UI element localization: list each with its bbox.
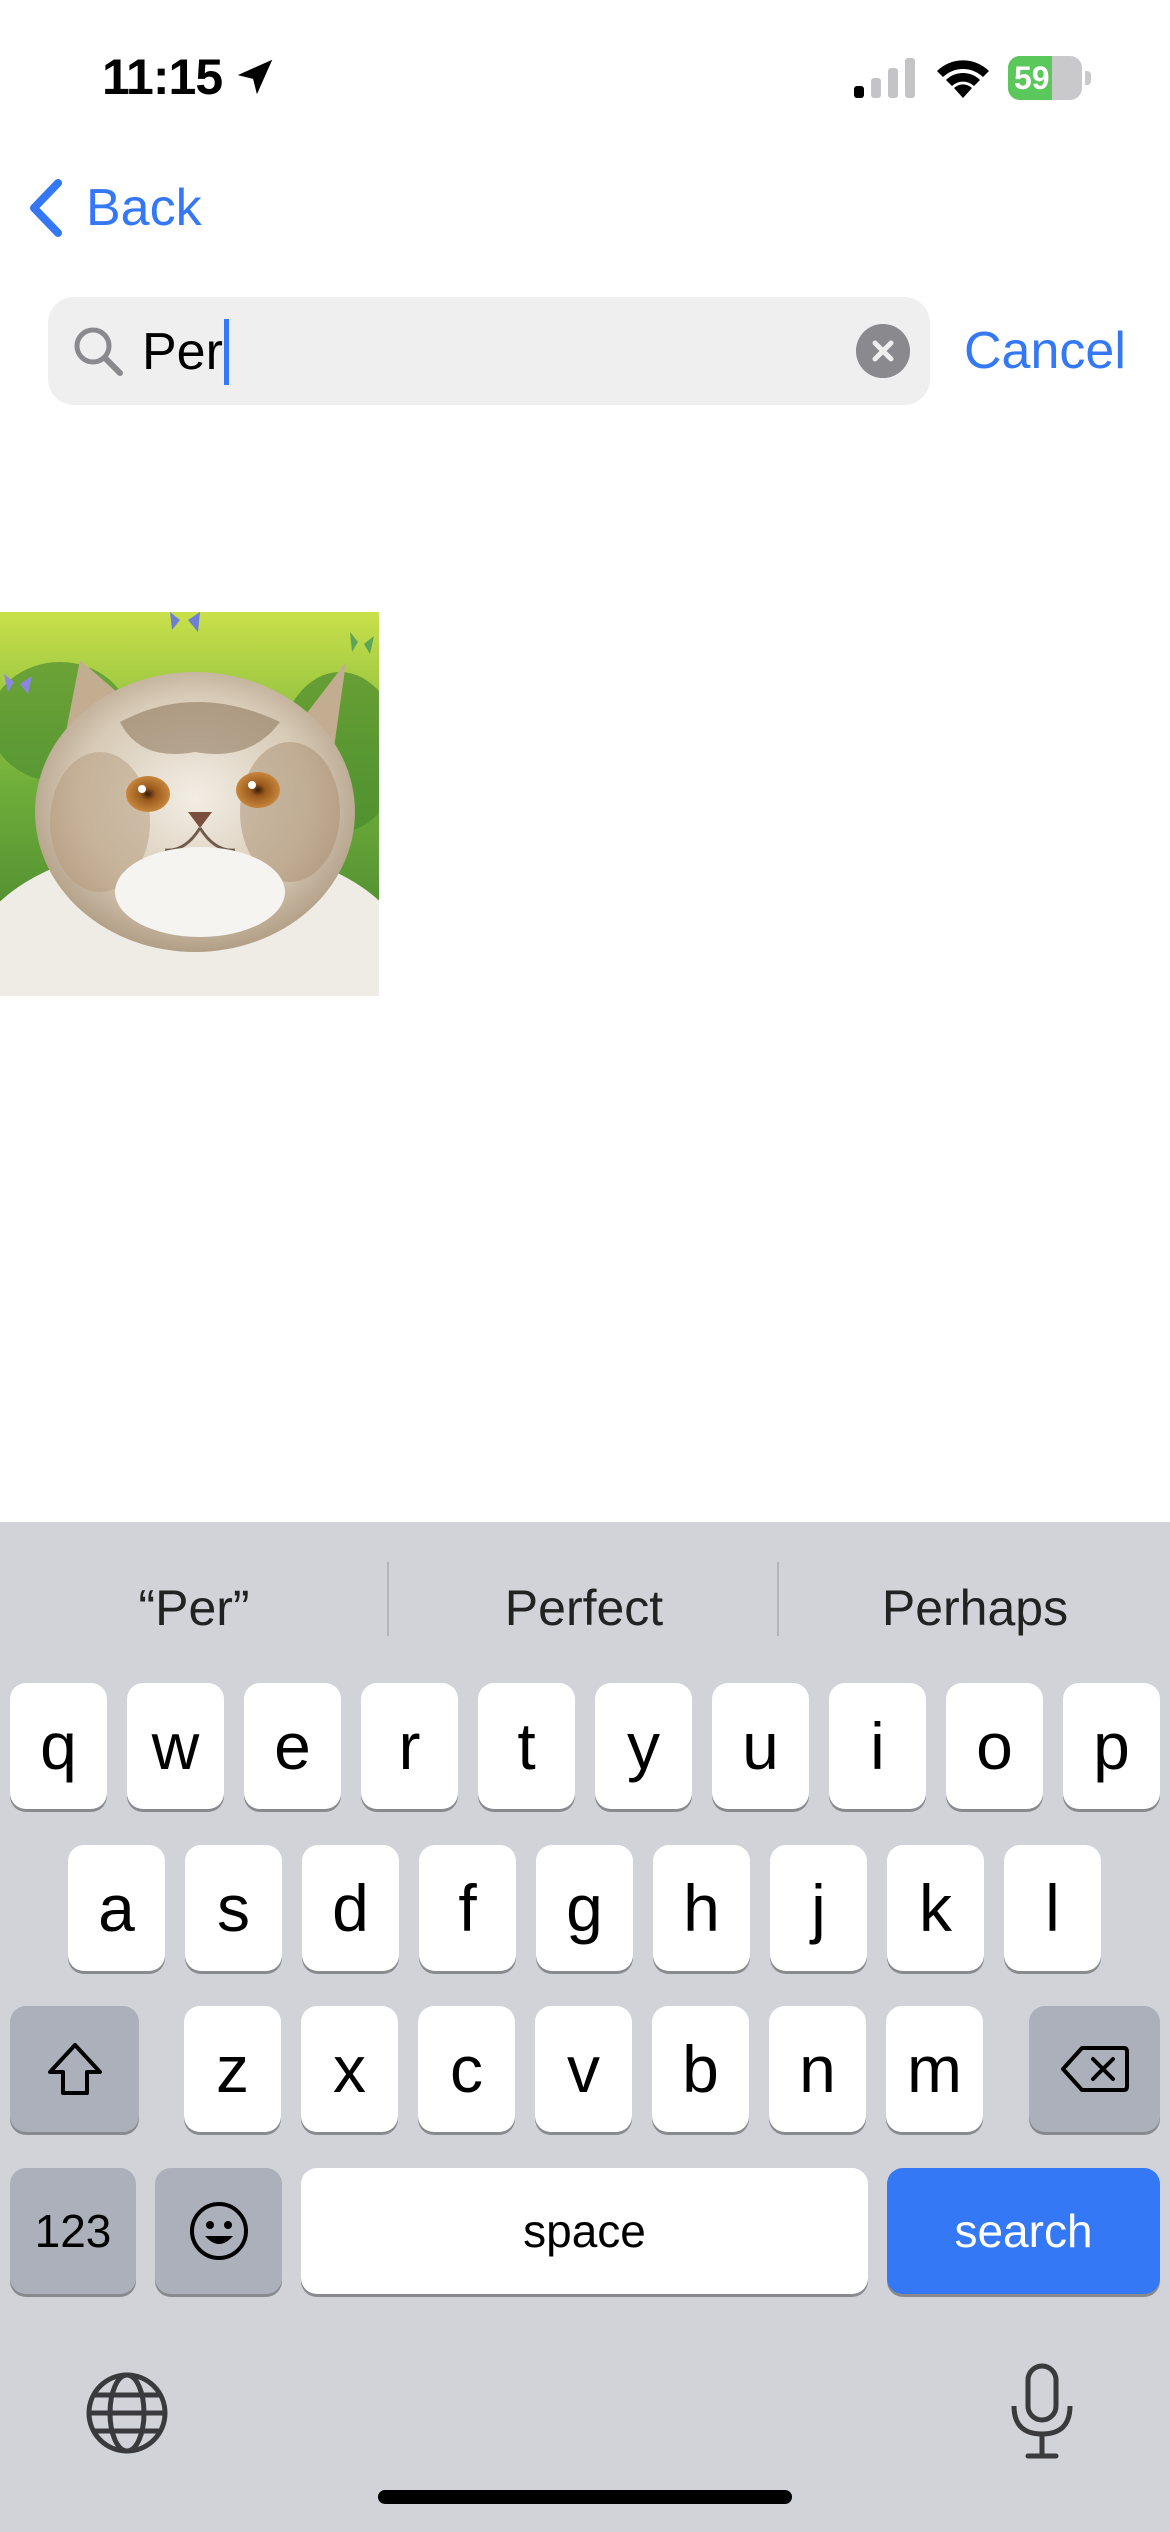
key-k[interactable]: k [887,1845,984,1971]
battery-percent: 59 [1014,60,1050,96]
suggestion-3[interactable]: Perhaps [780,1552,1170,1664]
globe-icon[interactable] [82,2368,172,2458]
cellular-signal-icon [854,58,915,98]
key-q[interactable]: q [10,1683,107,1809]
search-input[interactable]: Per [48,297,930,405]
back-label: Back [86,179,202,237]
key-l[interactable]: l [1004,1845,1101,1971]
shift-key[interactable] [10,2006,139,2132]
home-indicator [378,2490,792,2504]
location-arrow-icon [237,59,273,95]
key-r[interactable]: r [361,1683,458,1809]
text-caret [223,319,229,385]
key-v[interactable]: v [535,2006,632,2132]
key-p[interactable]: p [1063,1683,1160,1809]
key-o[interactable]: o [946,1683,1043,1809]
space-key[interactable]: space [301,2168,868,2294]
key-u[interactable]: u [712,1683,809,1809]
key-d[interactable]: d [302,1845,399,1971]
status-time: 11:15 [102,49,223,105]
key-y[interactable]: y [595,1683,692,1809]
search-key[interactable]: search [887,2168,1160,2294]
key-z[interactable]: z [184,2006,281,2132]
numbers-key[interactable]: 123 [10,2168,136,2294]
key-t[interactable]: t [478,1683,575,1809]
shift-icon [47,2043,102,2095]
suggestion-2[interactable]: Perfect [390,1552,778,1664]
key-w[interactable]: w [127,1683,224,1809]
key-s[interactable]: s [185,1845,282,1971]
microphone-icon[interactable] [1006,2362,1078,2462]
key-g[interactable]: g [536,1845,633,1971]
key-a[interactable]: a [68,1845,165,1971]
key-j[interactable]: j [770,1845,867,1971]
battery-indicator: 59 [1008,56,1092,100]
result-thumbnail-persian-cat[interactable] [0,612,379,996]
key-i[interactable]: i [829,1683,926,1809]
suggestion-1[interactable]: “Per” [0,1552,388,1664]
search-icon [74,327,123,376]
delete-key[interactable] [1029,2006,1160,2132]
key-b[interactable]: b [652,2006,749,2132]
key-m[interactable]: m [886,2006,983,2132]
emoji-key[interactable] [155,2168,282,2294]
key-e[interactable]: e [244,1683,341,1809]
chevron-left-icon [30,179,62,237]
key-n[interactable]: n [769,2006,866,2132]
clear-search-button[interactable] [856,324,910,378]
emoji-icon [189,2202,248,2260]
backspace-icon [1060,2046,1129,2092]
back-button[interactable]: Back [24,170,202,246]
key-x[interactable]: x [301,2006,398,2132]
wifi-icon [937,60,989,98]
key-h[interactable]: h [653,1845,750,1971]
key-f[interactable]: f [419,1845,516,1971]
cancel-button[interactable]: Cancel [964,318,1126,384]
search-query: Per [142,323,223,381]
key-c[interactable]: c [418,2006,515,2132]
